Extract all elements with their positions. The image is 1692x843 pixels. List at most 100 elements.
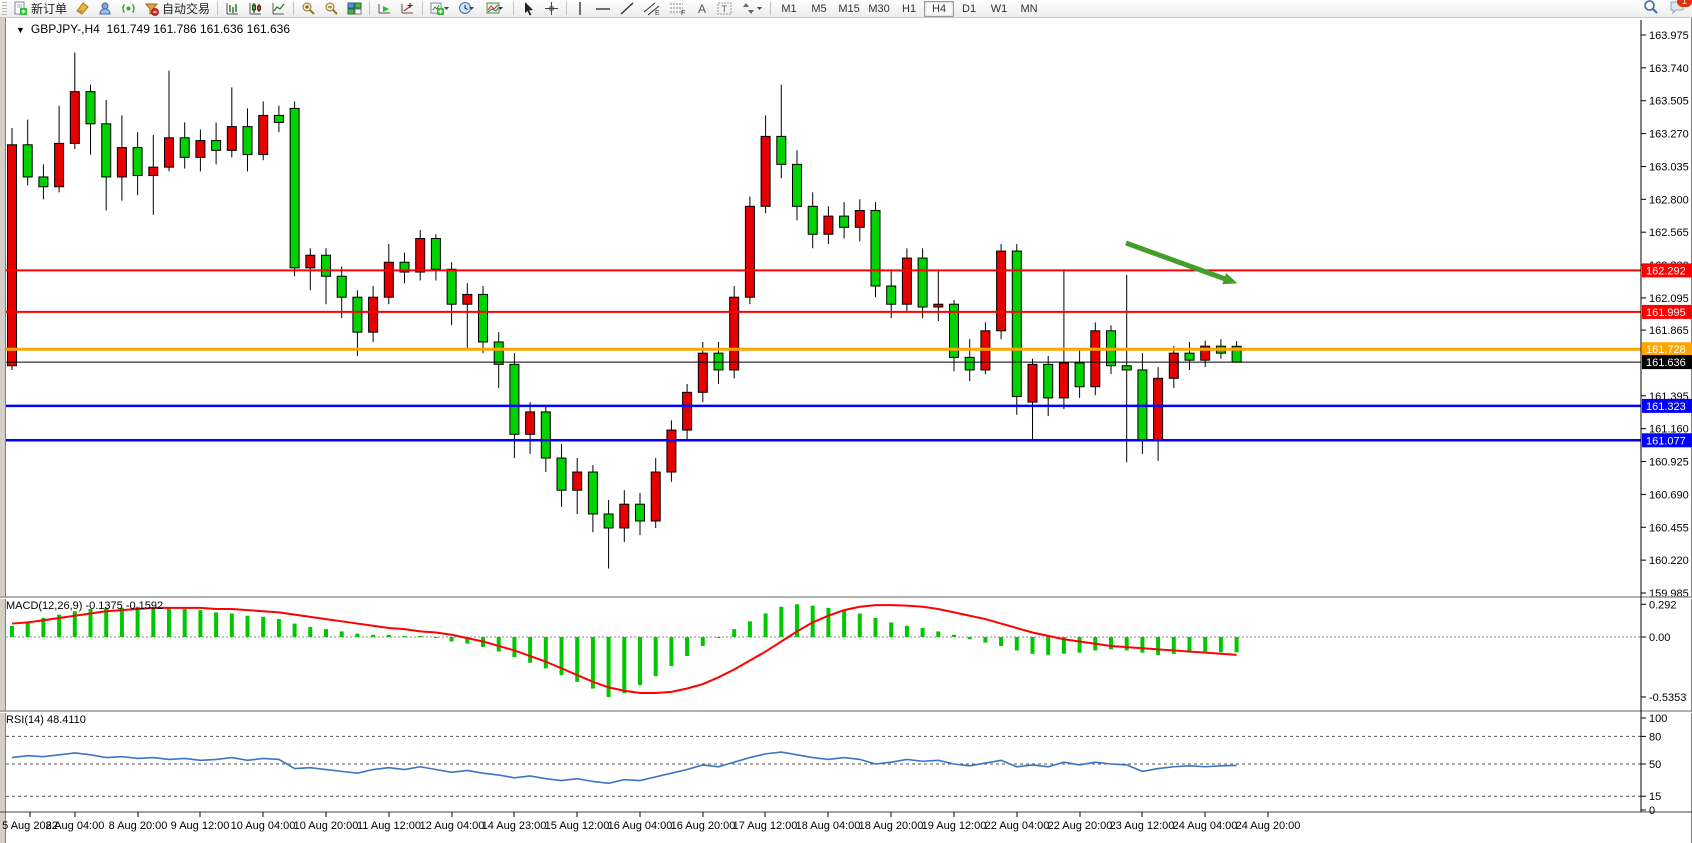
timeframe-bar: M1M5M15M30H1H4D1W1MN — [774, 1, 1044, 17]
zoom-out-icon — [324, 1, 339, 16]
window-left-border — [0, 17, 5, 843]
fibonacci-button[interactable]: F — [665, 0, 691, 17]
svg-text:161.077: 161.077 — [1646, 435, 1686, 447]
vertical-line-button[interactable] — [570, 0, 591, 17]
vertical-line-icon — [574, 1, 587, 16]
equidistant-channel-icon: E — [643, 1, 661, 16]
timeframe-MN[interactable]: MN — [1014, 1, 1044, 17]
svg-text:F: F — [681, 10, 685, 16]
text-icon: A — [695, 1, 709, 16]
bar-chart-button[interactable] — [221, 0, 244, 17]
cursor-icon — [521, 1, 536, 16]
svg-text:161.728: 161.728 — [1646, 344, 1686, 356]
signals-button[interactable] — [117, 0, 140, 17]
macd-indicator-label: MACD(12,26,9) -0.1375 -0.1592 — [6, 600, 163, 612]
svg-text:23 Aug 12:00: 23 Aug 12:00 — [1110, 820, 1175, 832]
svg-text:15 Aug 12:00: 15 Aug 12:00 — [545, 820, 610, 832]
zoom-in-icon — [301, 1, 316, 16]
trendline-button[interactable] — [615, 0, 639, 17]
svg-text:0: 0 — [1649, 805, 1655, 817]
notification-badge: 1 — [1677, 0, 1692, 7]
arrows-dropdown[interactable] — [737, 0, 767, 17]
svg-text:19 Aug 12:00: 19 Aug 12:00 — [922, 820, 987, 832]
new-order-icon — [13, 1, 28, 16]
candlestick-chart-icon — [248, 1, 263, 16]
horizontal-line-button[interactable] — [591, 0, 615, 17]
svg-text:15: 15 — [1649, 791, 1661, 803]
text-label-button[interactable]: T — [713, 0, 737, 17]
mt4-terminal: 新订单 自动交易 — [0, 0, 1692, 843]
indicators-icon — [377, 1, 392, 16]
svg-text:16 Aug 04:00: 16 Aug 04:00 — [608, 820, 673, 832]
svg-text:162.095: 162.095 — [1649, 293, 1689, 305]
market-watch-button[interactable] — [94, 0, 117, 17]
svg-text:160.220: 160.220 — [1649, 555, 1689, 567]
toolbar-grip[interactable] — [2, 2, 7, 15]
svg-text:22 Aug 20:00: 22 Aug 20:00 — [1048, 820, 1113, 832]
svg-text:161.995: 161.995 — [1646, 307, 1686, 319]
objects-list-button[interactable] — [396, 0, 419, 17]
zoom-out-button[interactable] — [320, 0, 343, 17]
equidistant-channel-button[interactable]: E — [639, 0, 665, 17]
arrows-icon — [741, 1, 763, 16]
crosshair-button[interactable] — [540, 0, 563, 17]
template-icon — [486, 1, 506, 16]
quotes-icon — [75, 1, 90, 16]
periods-dropdown[interactable] — [454, 0, 482, 17]
trendline-icon — [619, 1, 635, 16]
text-button[interactable]: A — [691, 0, 713, 17]
line-chart-button[interactable] — [267, 0, 290, 17]
quotes-button[interactable] — [71, 0, 94, 17]
candlestick-chart-button[interactable] — [244, 0, 267, 17]
new-order-button[interactable]: 新订单 — [9, 0, 71, 17]
new-chart-icon — [430, 1, 450, 16]
svg-text:80: 80 — [1649, 731, 1661, 743]
svg-text:0.00: 0.00 — [1649, 632, 1670, 644]
svg-text:14 Aug 23:00: 14 Aug 23:00 — [482, 820, 547, 832]
search-icon[interactable] — [1643, 0, 1659, 18]
svg-text:10 Aug 20:00: 10 Aug 20:00 — [294, 820, 359, 832]
templates-dropdown[interactable] — [482, 0, 510, 17]
svg-text:161.636: 161.636 — [1646, 357, 1686, 369]
svg-text:E: E — [655, 10, 660, 16]
timeframe-H4[interactable]: H4 — [924, 1, 954, 17]
chart-canvas[interactable]: 163.975163.740163.505163.270163.035162.8… — [0, 0, 1692, 843]
svg-text:100: 100 — [1649, 713, 1667, 725]
svg-text:A: A — [698, 2, 706, 16]
svg-text:163.270: 163.270 — [1649, 129, 1689, 141]
autotrading-label: 自动交易 — [162, 0, 210, 17]
svg-text:163.740: 163.740 — [1649, 63, 1689, 75]
svg-text:50: 50 — [1649, 759, 1661, 771]
svg-text:16 Aug 20:00: 16 Aug 20:00 — [671, 820, 736, 832]
indicators-button[interactable] — [373, 0, 396, 17]
svg-text:18 Aug 04:00: 18 Aug 04:00 — [796, 820, 861, 832]
timeframe-M1[interactable]: M1 — [774, 1, 804, 17]
new-chart-dropdown[interactable] — [426, 0, 454, 17]
objects-list-icon — [400, 1, 415, 16]
svg-text:160.925: 160.925 — [1649, 457, 1689, 469]
svg-text:8 Aug 04:00: 8 Aug 04:00 — [46, 820, 105, 832]
svg-text:9 Aug 12:00: 9 Aug 12:00 — [171, 820, 230, 832]
svg-text:162.292: 162.292 — [1646, 265, 1686, 277]
chart-title: ▼GBPJPY-,H4 161.749 161.786 161.636 161.… — [16, 22, 290, 36]
cursor-button[interactable] — [517, 0, 540, 17]
timeframe-M30[interactable]: M30 — [864, 1, 894, 17]
svg-text:11 Aug 12:00: 11 Aug 12:00 — [357, 820, 421, 832]
timeframe-M15[interactable]: M15 — [834, 1, 864, 17]
notifications-button[interactable]: 1 — [1669, 0, 1686, 18]
timeframe-H1[interactable]: H1 — [894, 1, 924, 17]
zoom-in-button[interactable] — [297, 0, 320, 17]
fibonacci-icon: F — [669, 1, 687, 16]
timeframe-D1[interactable]: D1 — [954, 1, 984, 17]
bar-chart-icon — [225, 1, 240, 16]
autotrading-button[interactable]: 自动交易 — [140, 0, 214, 17]
svg-text:160.690: 160.690 — [1649, 489, 1689, 501]
svg-text:24 Aug 20:00: 24 Aug 20:00 — [1236, 820, 1301, 832]
collapse-arrow-icon[interactable]: ▼ — [16, 25, 25, 35]
timeframe-M5[interactable]: M5 — [804, 1, 834, 17]
svg-text:162.565: 162.565 — [1649, 227, 1689, 239]
tile-windows-button[interactable] — [343, 0, 366, 17]
signals-icon — [121, 1, 136, 16]
svg-text:24 Aug 04:00: 24 Aug 04:00 — [1173, 820, 1238, 832]
timeframe-W1[interactable]: W1 — [984, 1, 1014, 17]
